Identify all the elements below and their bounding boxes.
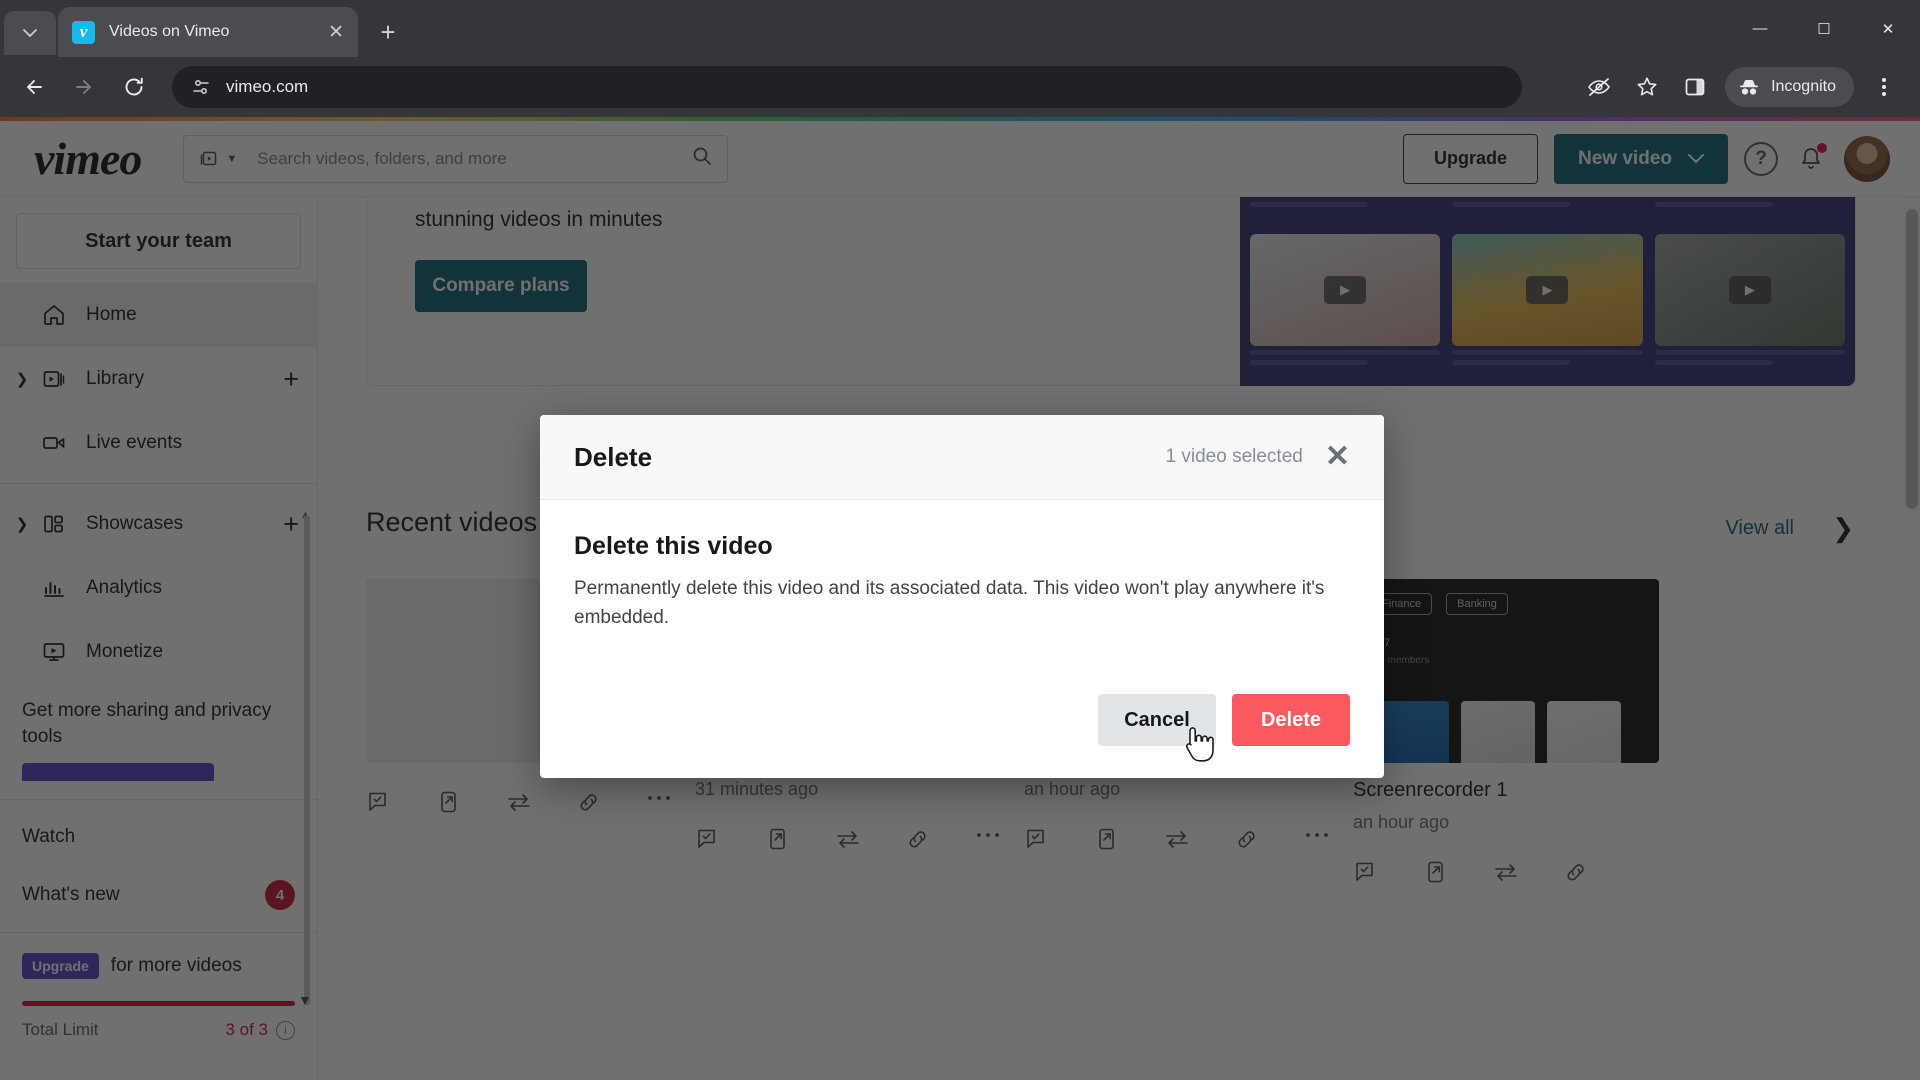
browser-tab[interactable]: v Videos on Vimeo ✕ [58,7,358,57]
dialog-body-text: Permanently delete this video and its as… [574,578,1325,628]
selection-count-label: 1 video selected [1165,446,1303,467]
incognito-icon [1737,77,1761,97]
dialog-body-title: Delete this video [574,532,773,560]
back-button[interactable] [12,65,56,109]
address-bar[interactable]: vimeo.com [172,66,1522,108]
tab-search-button[interactable] [4,11,56,55]
dialog-header: Delete 1 video selected ✕ [540,415,1384,500]
toolbar-right-group: Incognito [1575,66,1908,108]
minimize-button[interactable]: — [1728,0,1792,57]
tab-title: Videos on Vimeo [109,23,230,40]
dialog-footer: Cancel Delete [1098,694,1350,746]
incognito-label: Incognito [1771,78,1836,95]
reload-button[interactable] [112,65,156,109]
dialog-body: Delete this video Permanently delete thi… [540,500,1384,632]
incognito-indicator[interactable]: Incognito [1725,67,1854,107]
forward-button[interactable] [62,65,106,109]
mouse-cursor [1182,722,1216,771]
vimeo-favicon-icon: v [72,20,95,44]
browser-tab-strip: v Videos on Vimeo ✕ + — ☐ ✕ [0,0,1920,57]
new-tab-button[interactable]: + [368,12,408,52]
close-window-button[interactable]: ✕ [1856,0,1920,57]
delete-button[interactable]: Delete [1232,694,1350,746]
star-icon[interactable] [1626,66,1668,108]
close-tab-icon[interactable]: ✕ [328,23,344,42]
delete-video-dialog: Delete 1 video selected ✕ Delete this vi… [540,415,1384,778]
eye-off-icon[interactable] [1578,66,1620,108]
three-dot-menu-icon[interactable] [1863,66,1905,108]
browser-toolbar: vimeo.com Incognito [0,57,1920,117]
site-settings-icon[interactable] [188,74,214,100]
maximize-button[interactable]: ☐ [1792,0,1856,57]
dialog-title: Delete [574,441,653,472]
close-icon[interactable]: ✕ [1325,442,1350,472]
side-panel-icon[interactable] [1674,66,1716,108]
url-text: vimeo.com [226,77,309,96]
window-controls: — ☐ ✕ [1728,0,1920,57]
